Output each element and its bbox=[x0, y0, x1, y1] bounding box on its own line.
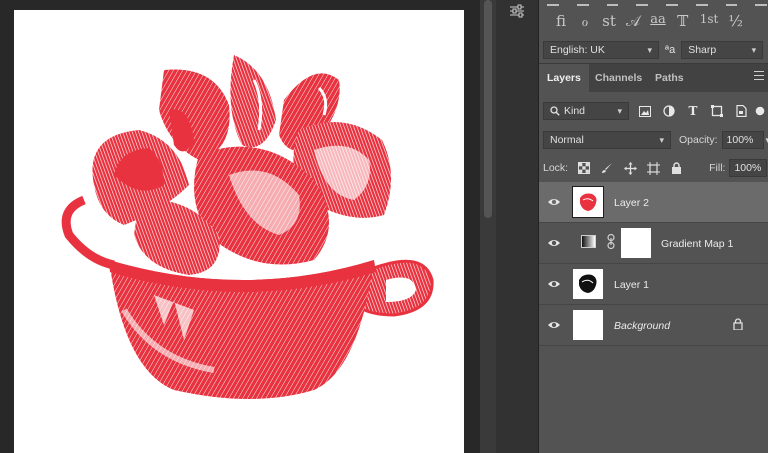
stylistic-alternates-button[interactable]: st bbox=[602, 12, 616, 30]
stylistic-set-button[interactable]: 𝕋 bbox=[676, 12, 690, 30]
filter-pixel-icon[interactable] bbox=[637, 103, 653, 119]
panel-menu-icon[interactable] bbox=[754, 71, 764, 83]
filter-toggle-icon[interactable] bbox=[755, 103, 765, 119]
sliders-icon bbox=[509, 3, 525, 22]
language-value: English: UK bbox=[550, 44, 605, 56]
document-canvas[interactable] bbox=[14, 10, 464, 453]
antialias-value: Sharp bbox=[688, 44, 717, 56]
layer-row-layer-2[interactable]: Layer 2 bbox=[539, 182, 768, 223]
layers-panel-group: fi ℴ st 𝒜 aa 𝕋 1st ½ English: UK ▾ ªa Sh… bbox=[539, 0, 768, 453]
chevron-down-icon: ▾ bbox=[751, 44, 757, 55]
chevron-down-icon: ▾ bbox=[659, 134, 664, 145]
lock-artboard-icon[interactable] bbox=[646, 161, 660, 175]
chevron-down-icon: ▾ bbox=[617, 105, 622, 116]
layers-panel-tabs: Layers Channels Paths bbox=[539, 63, 768, 92]
blend-mode-dropdown[interactable]: Normal ▾ bbox=[543, 131, 671, 149]
filter-kind-dropdown[interactable]: Kind ▾ bbox=[543, 102, 629, 120]
fractions-button[interactable]: ½ bbox=[728, 12, 743, 30]
filter-shape-icon[interactable] bbox=[709, 103, 725, 119]
glyph-top-4[interactable] bbox=[636, 0, 648, 6]
filter-adjustment-icon[interactable] bbox=[661, 103, 677, 119]
layer-row-gradient-map-1[interactable]: Gradient Map 1 bbox=[539, 223, 768, 264]
layer-row-layer-1[interactable]: Layer 1 bbox=[539, 264, 768, 305]
layer-mask-thumbnail bbox=[621, 228, 651, 258]
opacity-value: 100% bbox=[726, 134, 754, 146]
canvas-area bbox=[0, 0, 480, 453]
antialias-dropdown[interactable]: Sharp ▾ bbox=[681, 41, 764, 59]
mussels-pot-artwork bbox=[61, 55, 434, 399]
lock-position-move-icon[interactable] bbox=[623, 161, 637, 175]
eye-icon[interactable] bbox=[547, 318, 561, 332]
filter-smart-object-icon[interactable] bbox=[733, 103, 749, 119]
layer-thumbnail bbox=[573, 310, 603, 340]
gradient-map-adjustment-icon bbox=[581, 235, 596, 248]
fill-value: 100% bbox=[734, 162, 762, 174]
lock-transparency-icon[interactable] bbox=[577, 161, 591, 175]
lock-row: Lock: Fill: 100% ▾ bbox=[543, 158, 768, 178]
opentype-glyphs-row: fi ℴ st 𝒜 aa 𝕋 1st ½ bbox=[539, 0, 768, 36]
blend-row: Normal ▾ Opacity: 100% ▾ bbox=[543, 130, 768, 150]
titling-alternates-button[interactable]: aa bbox=[650, 12, 666, 30]
glyph-top-5[interactable] bbox=[666, 0, 678, 6]
properties-panel-button[interactable] bbox=[503, 0, 531, 24]
chevron-down-icon: ▾ bbox=[647, 44, 652, 55]
eye-icon[interactable] bbox=[547, 195, 561, 209]
link-chain-icon[interactable] bbox=[607, 234, 615, 249]
eye-icon[interactable] bbox=[547, 277, 561, 291]
layer-filter-row: Kind ▾ T bbox=[543, 100, 765, 122]
glyph-top-2[interactable] bbox=[576, 0, 589, 6]
layer-thumbnail bbox=[573, 269, 603, 299]
search-icon bbox=[550, 106, 560, 116]
swash-button[interactable]: 𝒜 bbox=[626, 12, 640, 30]
glyph-row-top-icons bbox=[547, 0, 767, 8]
language-row: English: UK ▾ ªa Sharp ▾ bbox=[543, 40, 764, 60]
layer-name[interactable]: Background bbox=[614, 320, 670, 332]
glyph-top-3[interactable] bbox=[606, 0, 619, 6]
opacity-label: Opacity: bbox=[679, 134, 718, 146]
fill-label: Fill: bbox=[709, 162, 726, 174]
lock-label: Lock: bbox=[543, 162, 569, 174]
layer-thumbnail bbox=[572, 186, 604, 218]
language-dropdown[interactable]: English: UK ▾ bbox=[543, 41, 659, 59]
fill-input[interactable]: 100% bbox=[729, 159, 768, 177]
filter-type-icon[interactable]: T bbox=[685, 103, 701, 119]
layer-name[interactable]: Layer 2 bbox=[614, 197, 649, 209]
layers-list: Layer 2 Gradient Map 1 Layer 1 Backgroun… bbox=[539, 182, 768, 346]
layer-name[interactable]: Gradient Map 1 bbox=[661, 238, 733, 250]
lock-pixels-brush-icon[interactable] bbox=[600, 161, 614, 175]
ligature-fi-button[interactable]: fi bbox=[554, 12, 568, 30]
discretionary-ligature-button[interactable]: ℴ bbox=[578, 12, 592, 30]
tab-paths[interactable]: Paths bbox=[647, 64, 692, 92]
eye-icon[interactable] bbox=[547, 236, 561, 250]
lock-all-icon[interactable] bbox=[669, 161, 683, 175]
canvas-vertical-scrollbar[interactable] bbox=[480, 0, 496, 453]
blend-mode-value: Normal bbox=[550, 134, 584, 146]
glyph-top-6[interactable] bbox=[695, 0, 708, 6]
ordinals-button[interactable]: 1st bbox=[700, 12, 719, 30]
lock-icon bbox=[733, 318, 743, 330]
layer-name[interactable]: Layer 1 bbox=[614, 279, 649, 291]
glyph-top-1[interactable] bbox=[547, 0, 559, 6]
glyph-top-8[interactable] bbox=[755, 0, 767, 6]
filter-kind-value: Kind bbox=[564, 105, 586, 117]
scrollbar-thumb[interactable] bbox=[484, 0, 492, 218]
tab-channels[interactable]: Channels bbox=[587, 64, 650, 92]
opacity-input[interactable]: 100% bbox=[721, 131, 764, 149]
layer-row-background[interactable]: Background bbox=[539, 305, 768, 346]
collapsed-panel-dock bbox=[496, 0, 539, 453]
glyph-top-7[interactable] bbox=[725, 0, 738, 6]
tab-layers[interactable]: Layers bbox=[539, 64, 589, 92]
antialias-icon: ªa bbox=[665, 44, 676, 56]
